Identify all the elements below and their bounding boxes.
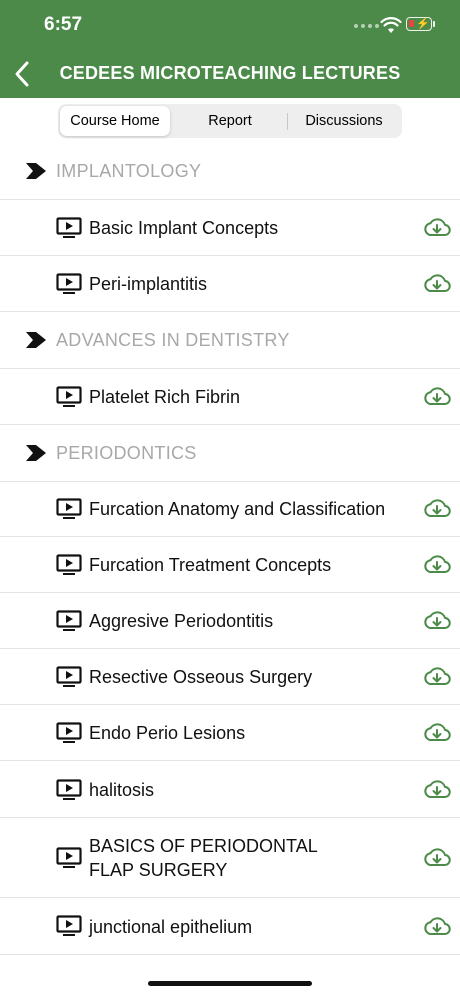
section-header[interactable]: IMPLANTOLOGY [0,143,460,200]
lecture-row[interactable]: Platelet Rich Fibrin [0,369,460,425]
lecture-title: Resective Osseous Surgery [89,667,313,687]
lecture-row[interactable]: halitosis [0,762,460,818]
play-video-icon [56,610,82,631]
lecture-title: Endo Perio Lesions [89,723,246,743]
cloud-download-icon[interactable] [423,610,451,632]
play-video-icon [56,915,82,936]
lecture-title: Basic Implant Concepts [89,218,279,238]
cloud-download-icon[interactable] [423,916,451,938]
cloud-download-icon[interactable] [423,498,451,520]
cellular-signal-icon [354,24,379,28]
play-video-icon [56,554,82,575]
home-indicator[interactable] [148,981,312,986]
lecture-title: Furcation Anatomy and Classification [89,499,386,519]
play-video-icon [56,273,82,294]
cloud-download-icon[interactable] [423,847,451,869]
wifi-icon [380,17,402,33]
section-header[interactable]: PERIODONTICS [0,425,460,482]
play-video-icon [56,779,82,800]
chevron-right-icon [26,445,46,461]
lecture-title: BASICS OF PERIODONTAL FLAP SURGERY [89,836,318,880]
lecture-row[interactable]: Resective Osseous Surgery [0,649,460,705]
section-title: PERIODONTICS [56,443,197,463]
play-video-icon [56,666,82,687]
lecture-title: halitosis [89,780,155,800]
page-title: CEDEES MICROTEACHING LECTURES [59,63,401,83]
cloud-download-icon[interactable] [423,554,451,576]
cloud-download-icon[interactable] [423,217,451,239]
lecture-row[interactable]: Basic Implant Concepts [0,200,460,256]
lecture-row[interactable]: Endo Perio Lesions [0,705,460,761]
lecture-title: junctional epithelium [89,917,253,937]
lecture-row[interactable]: junctional epithelium [0,898,460,955]
cloud-download-icon[interactable] [423,666,451,688]
play-video-icon [56,847,82,868]
lecture-title: Peri-implantitis [89,274,208,294]
play-video-icon [56,386,82,407]
lecture-title: Furcation Treatment Concepts [89,555,332,575]
lecture-title: Platelet Rich Fibrin [89,387,241,407]
status-time: 6:57 [44,14,83,35]
section-header[interactable]: ADVANCES IN DENTISTRY [0,312,460,369]
chevron-right-icon [26,163,46,179]
lecture-row[interactable]: Peri-implantitis [0,256,460,312]
battery-icon: ⚡ [406,17,432,31]
tab-discussions[interactable]: Discussions [288,106,400,136]
cloud-download-icon[interactable] [423,779,451,801]
cloud-download-icon[interactable] [423,273,451,295]
chevron-right-icon [26,332,46,348]
play-video-icon [56,217,82,238]
tab-course-home[interactable]: Course Home [60,106,170,136]
play-video-icon [56,498,82,519]
tab-bar: Course Home Report Discussions [58,104,402,138]
lecture-row[interactable]: Furcation Anatomy and Classification [0,481,460,537]
cloud-download-icon[interactable] [423,722,451,744]
lecture-row[interactable]: Furcation Treatment Concepts [0,537,460,593]
tab-report[interactable]: Report [175,106,285,136]
lecture-row[interactable]: Aggresive Periodontitis [0,593,460,649]
app-header: 6:57 ⚡ CEDEES MICROTEACHING LECTURES [0,0,460,98]
section-title: IMPLANTOLOGY [56,161,202,181]
lecture-row[interactable]: BASICS OF PERIODONTAL FLAP SURGERY [0,818,460,898]
cloud-download-icon[interactable] [423,386,451,408]
play-video-icon [56,722,82,743]
lecture-title: Aggresive Periodontitis [89,611,274,631]
section-title: ADVANCES IN DENTISTRY [56,330,290,350]
